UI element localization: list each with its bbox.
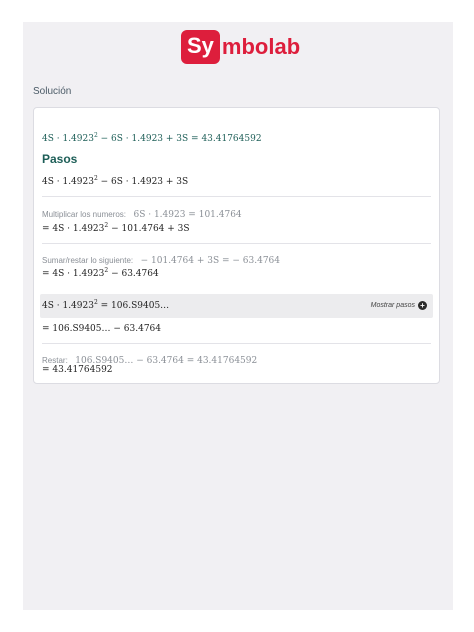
solution-card: 4S · 1.49232 − 6S · 1.4923 + 3S = 43.417…	[33, 107, 440, 384]
step-result: = 106.S9405… − 63.4764	[42, 324, 161, 334]
step-hint-label: Restar:	[42, 356, 68, 365]
step-hint-label: Multiplicar los numeros:	[42, 210, 127, 219]
step-hint-math: 6S · 1.4923 = 101.4764	[133, 210, 242, 220]
step-hint-math: − 101.4764 + 3S = − 63.4764	[140, 256, 280, 266]
start-expression: 4S · 1.49232 − 6S · 1.4923 + 3S	[42, 175, 189, 188]
show-steps-label: Mostrar pasos	[370, 302, 415, 309]
divider	[42, 243, 431, 244]
substep-panel[interactable]: 4S · 1.49232 = 106.S9405… Mostrar pasos …	[40, 294, 433, 318]
show-steps-button[interactable]: Mostrar pasos +	[371, 301, 427, 310]
symbolab-logo[interactable]: Sy mbolab	[181, 27, 300, 67]
section-label: Solución	[33, 86, 72, 97]
solution-equation: 4S · 1.49232 − 6S · 1.4923 + 3S = 43.417…	[42, 132, 262, 145]
pasos-title: Pasos	[42, 152, 78, 166]
step-result: = 4S · 1.49232 − 63.4764	[42, 267, 159, 280]
page-background: Sy mbolab Solución 4S · 1.49232 − 6S · 1…	[23, 22, 453, 610]
step-hint: Sumar/restar lo siguiente: − 101.4764 + …	[42, 250, 431, 268]
plus-circle-icon[interactable]: +	[418, 301, 427, 310]
final-result: = 43.41764592	[42, 365, 113, 375]
divider	[42, 343, 431, 344]
step-result: = 4S · 1.49232 − 101.4764 + 3S	[42, 222, 190, 235]
logo-text: mbolab	[221, 34, 301, 59]
divider	[42, 196, 431, 197]
step-hint-label: Sumar/restar lo siguiente:	[42, 256, 134, 265]
step-hint: Multiplicar los numeros: 6S · 1.4923 = 1…	[42, 204, 431, 222]
logo-box: Sy	[181, 30, 220, 64]
substep-expression: 4S · 1.49232 = 106.S9405…	[42, 299, 170, 312]
